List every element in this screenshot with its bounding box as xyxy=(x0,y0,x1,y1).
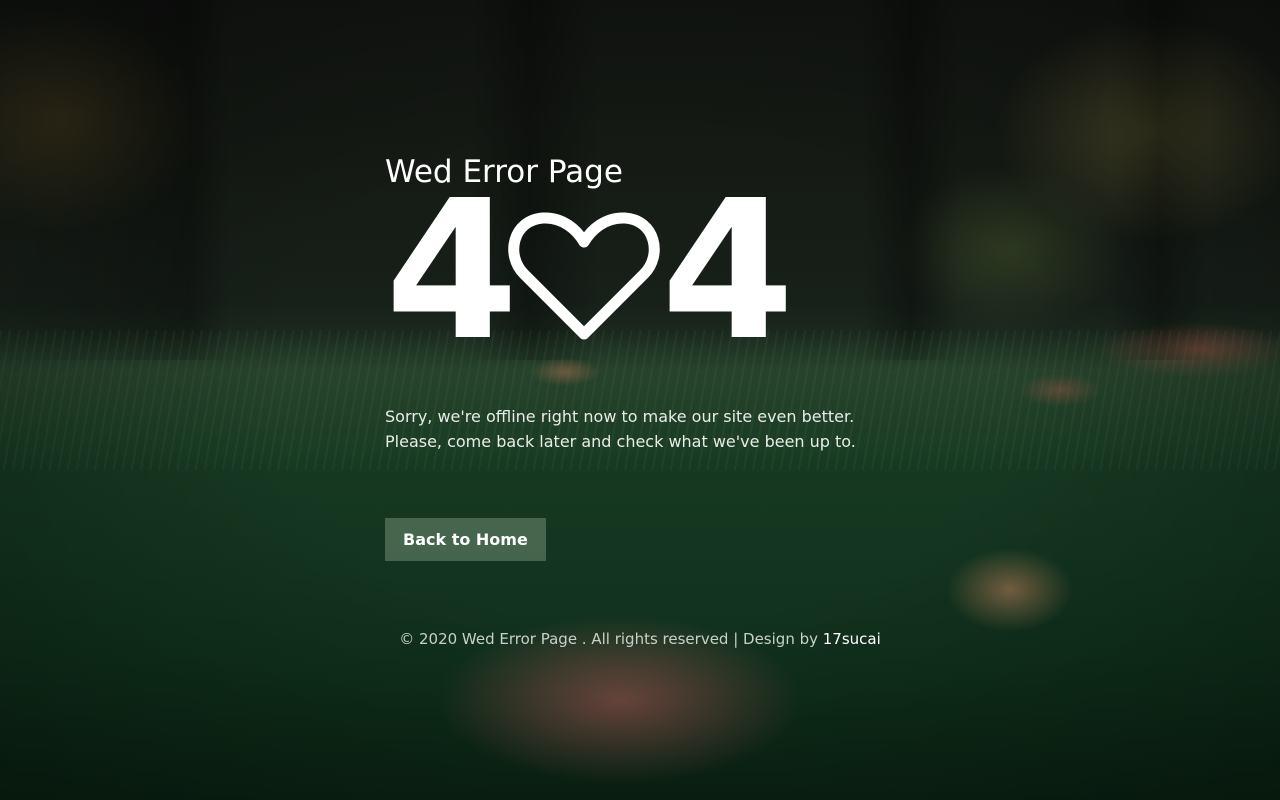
main-content: Wed Error Page 4 4 Sorry, we're offline … xyxy=(385,150,945,561)
designer-link[interactable]: 17sucai xyxy=(823,630,881,648)
offline-message: Sorry, we're offline right now to make o… xyxy=(385,404,945,454)
error-code-last-digit: 4 xyxy=(661,160,795,383)
error-page: Wed Error Page 4 4 Sorry, we're offline … xyxy=(0,0,1280,800)
message-line-1: Sorry, we're offline right now to make o… xyxy=(385,407,855,426)
error-code: 4 4 xyxy=(385,176,945,368)
footer: © 2020 Wed Error Page . All rights reser… xyxy=(0,630,1280,648)
error-code-first-digit: 4 xyxy=(385,160,519,383)
message-line-2: Please, come back later and check what w… xyxy=(385,432,856,451)
heart-icon xyxy=(508,212,660,340)
back-to-home-button[interactable]: Back to Home xyxy=(385,518,546,561)
copyright-text: © 2020 Wed Error Page . All rights reser… xyxy=(399,630,823,648)
